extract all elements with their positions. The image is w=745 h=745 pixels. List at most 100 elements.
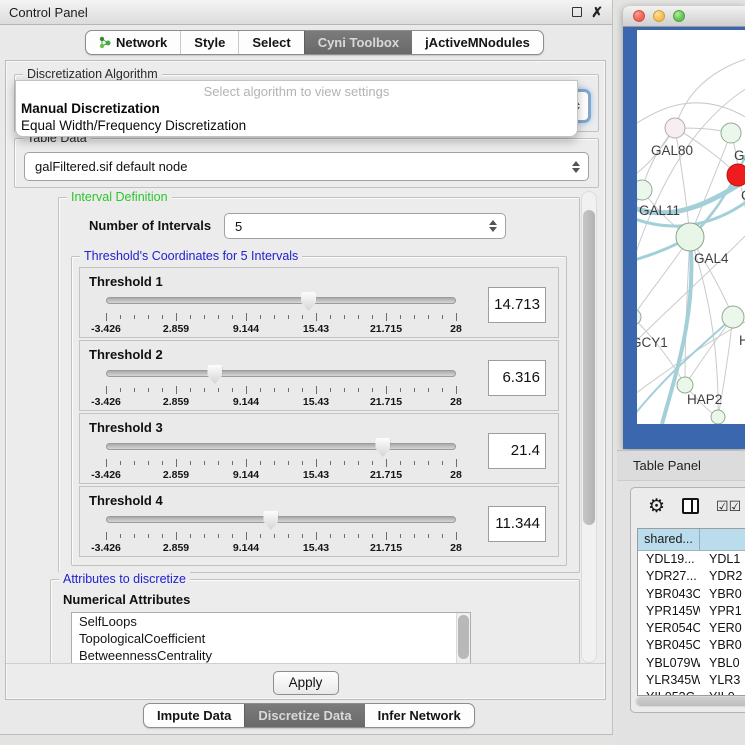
attributes-to-discretize-group: Attributes to discretize Numerical Attri…	[50, 579, 580, 663]
slider-tick-labels: -3.4262.8599.14415.4321.71528	[106, 396, 456, 408]
column-header-na[interactable]: na	[700, 529, 745, 550]
slider-thumb[interactable]	[375, 438, 390, 457]
table-row[interactable]: YBR045CYBR0	[638, 637, 745, 654]
table-data-combobox[interactable]: galFiltered.sif default node	[24, 152, 589, 181]
close-traffic-light-icon[interactable]	[633, 10, 645, 22]
control-panel-titlebar: Control Panel ✗	[0, 0, 612, 25]
attribute-list-item[interactable]: BetweennessCentrality	[72, 647, 470, 663]
table-cell: YLR345W	[638, 672, 700, 689]
threshold-coordinates-group-title: Threshold's Coordinates for 5 Intervals	[80, 249, 302, 263]
threshold-slider[interactable]: -3.4262.8599.14415.4321.71528	[106, 292, 456, 332]
node-label-clipped-ga: GA	[734, 148, 745, 163]
table-row[interactable]: YLR345WYLR3	[638, 672, 745, 689]
mode-tab-label: Impute Data	[157, 708, 231, 723]
numerical-attributes-label: Numerical Attributes	[63, 592, 190, 607]
threshold-value-field[interactable]: 21.4	[488, 433, 546, 469]
mode-tab-discretize-data[interactable]: Discretize Data	[244, 704, 364, 727]
table-row[interactable]: YDR27...YDR2	[638, 568, 745, 585]
network-window-titlebar	[623, 6, 745, 27]
threshold-value-field[interactable]: 11.344	[488, 506, 546, 542]
network-canvas[interactable]: GAL80 GA GAL11 C GAL4 GCY1 H HAP2	[637, 30, 745, 424]
column-layout-icon[interactable]	[682, 498, 699, 514]
node-gcy1[interactable]	[637, 309, 641, 325]
table-row[interactable]: YER054CYER0	[638, 620, 745, 637]
scrollbar-thumb[interactable]	[583, 210, 595, 525]
threshold-slider[interactable]: -3.4262.8599.14415.4321.71528	[106, 438, 456, 478]
slider-tick-labels: -3.4262.8599.14415.4321.71528	[106, 469, 456, 481]
gear-icon[interactable]: ⚙	[648, 497, 665, 516]
number-of-intervals-label: Number of Intervals	[89, 218, 211, 233]
slider-ticks	[106, 386, 456, 395]
slider-thumb[interactable]	[263, 511, 278, 530]
algorithm-placeholder-option[interactable]: Select algorithm to view settings	[16, 81, 577, 100]
tab-label: Cyni Toolbox	[318, 35, 399, 50]
node-top-right[interactable]	[721, 123, 741, 143]
slider-track	[106, 516, 456, 523]
table-cell: YPR145W	[638, 603, 700, 620]
threshold-label: Threshold 1	[89, 274, 163, 289]
table-data-selected-value: galFiltered.sif default node	[35, 159, 187, 174]
slider-thumb[interactable]	[301, 292, 316, 311]
settings-vertical-scrollbar[interactable]	[581, 191, 597, 663]
node-gal11[interactable]	[637, 180, 652, 200]
table-row[interactable]: YBR043CYBR0	[638, 586, 745, 603]
mode-tab-impute-data[interactable]: Impute Data	[144, 704, 244, 727]
window-title: Control Panel	[9, 5, 563, 20]
slider-tick-labels: -3.4262.8599.14415.4321.71528	[106, 542, 456, 554]
table-toolbar: ⚙ ☑☑	[631, 488, 745, 524]
scrollbar-thumb[interactable]	[637, 697, 745, 706]
algorithm-option-equal-width-frequency-discretization[interactable]: Equal Width/Frequency Discretization	[16, 117, 577, 134]
table-cell: YLR3	[700, 672, 745, 689]
tab-label: Network	[116, 35, 167, 50]
table-cell: YDL1	[700, 551, 745, 568]
tab-network[interactable]: Network	[86, 31, 180, 54]
threshold-label: Threshold 4	[89, 493, 163, 508]
table-row[interactable]: YIL053CYIL0	[638, 689, 745, 696]
number-of-intervals-combobox[interactable]: 5	[224, 213, 506, 239]
attribute-list-item[interactable]: SelfLoops	[72, 613, 470, 630]
select-all-checkbox-icon[interactable]: ☑☑	[716, 498, 741, 515]
table-cell: YBR043C	[638, 586, 700, 603]
attribute-list-item[interactable]: TopologicalCoefficient	[72, 630, 470, 647]
node-hap2[interactable]	[677, 377, 693, 393]
column-header-shared-[interactable]: shared...	[638, 529, 700, 550]
table-cell: YDR2	[700, 568, 745, 585]
threshold-value-field[interactable]: 6.316	[488, 360, 546, 396]
node-bottom-right[interactable]	[711, 410, 725, 424]
threshold-value-field[interactable]: 14.713	[488, 287, 546, 323]
table-row[interactable]: YBL079WYBL0	[638, 655, 745, 672]
node-right-h[interactable]	[722, 306, 744, 328]
discretization-algorithm-group-title: Discretization Algorithm	[23, 67, 162, 81]
threshold-panel-1: Threshold 1 -3.4262.8599.14415.4321.71528…	[79, 267, 559, 338]
zoom-traffic-light-icon[interactable]	[673, 10, 685, 22]
table-cell: YBL079W	[638, 655, 700, 672]
minimize-traffic-light-icon[interactable]	[653, 10, 665, 22]
slider-track	[106, 370, 456, 377]
tab-cyni-toolbox[interactable]: Cyni Toolbox	[304, 31, 412, 54]
table-panel-body: ⚙ ☑☑ shared...na YDL19...YDL1YDR27...YDR…	[617, 482, 745, 745]
table-row[interactable]: YPR145WYPR1	[638, 603, 745, 620]
tab-jactivemnodules[interactable]: jActiveMNodules	[412, 31, 543, 54]
number-of-intervals-value: 5	[235, 219, 242, 234]
tab-select[interactable]: Select	[238, 31, 303, 54]
close-window-icon[interactable]: ✗	[591, 7, 603, 17]
mode-tab-infer-network[interactable]: Infer Network	[365, 704, 474, 727]
control-panel-window: Control Panel ✗ Network Style Select Cyni T…	[0, 0, 613, 735]
tab-label: Style	[194, 35, 225, 50]
node-gal80[interactable]	[665, 118, 685, 138]
algorithm-option-manual-discretization[interactable]: Manual Discretization	[16, 100, 577, 117]
table-row[interactable]: YDL19...YDL1	[638, 551, 745, 568]
threshold-slider[interactable]: -3.4262.8599.14415.4321.71528	[106, 511, 456, 551]
node-label-clipped-h: H	[739, 333, 745, 348]
slider-thumb[interactable]	[207, 365, 222, 384]
node-gal4[interactable]	[676, 223, 704, 251]
threshold-slider[interactable]: -3.4262.8599.14415.4321.71528	[106, 365, 456, 405]
node-selected-red[interactable]	[727, 164, 745, 186]
apply-button[interactable]: Apply	[273, 671, 339, 695]
table-horizontal-scrollbar[interactable]	[635, 696, 745, 707]
tab-style[interactable]: Style	[180, 31, 238, 54]
numerical-attributes-list[interactable]: SelfLoopsTopologicalCoefficientBetweenne…	[71, 612, 471, 663]
attributes-list-scrollbar[interactable]	[456, 613, 470, 663]
float-window-icon[interactable]	[572, 5, 582, 20]
table-data-group: Table Data galFiltered.sif default node	[14, 138, 599, 188]
